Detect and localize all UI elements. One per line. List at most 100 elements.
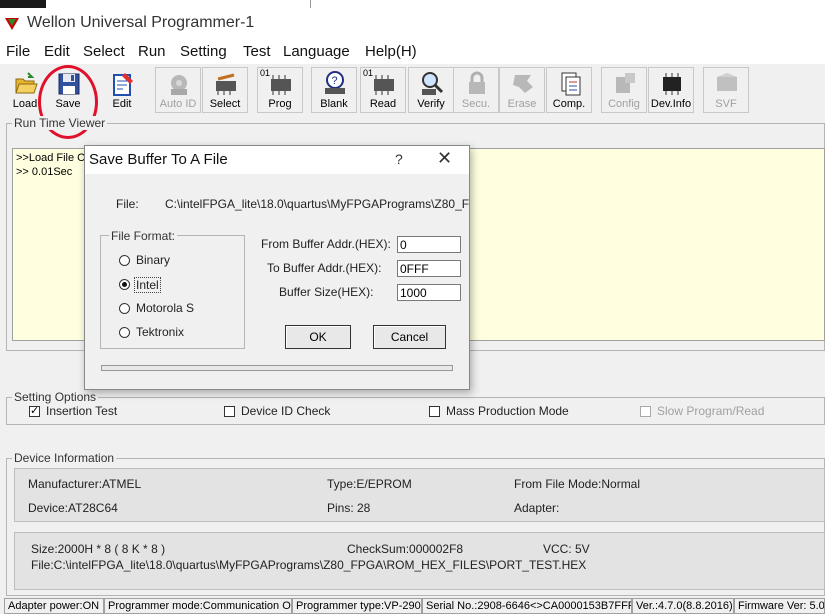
- from-addr-label: From Buffer Addr.(HEX):: [261, 237, 391, 251]
- status-serial-no: Serial No.:2908-6646<>CA0000153B7FFF: [422, 598, 632, 614]
- file-format-title: File Format:: [109, 229, 178, 243]
- ok-button[interactable]: OK: [285, 325, 351, 349]
- menu-edit[interactable]: Edit: [44, 43, 70, 60]
- file-path-value: File:C:\intelFPGA_lite\18.0\quartus\MyFP…: [31, 558, 587, 572]
- lock-icon: [469, 71, 485, 94]
- prog-button[interactable]: 01 Prog: [257, 67, 303, 113]
- radio-binary[interactable]: [119, 255, 130, 266]
- to-addr-label: To Buffer Addr.(HEX):: [267, 261, 382, 275]
- chip-gear-icon: [171, 75, 187, 95]
- menu-setting[interactable]: Setting: [180, 43, 227, 60]
- edit-label: Edit: [112, 98, 132, 110]
- erase-button[interactable]: Erase: [499, 67, 545, 113]
- status-programmer-type: Programmer type:VP-290+: [292, 598, 422, 614]
- radio-tektronix-label: Tektronix: [136, 325, 185, 339]
- device-information-title: Device Information: [12, 451, 117, 465]
- insertion-test-label: Insertion Test: [46, 404, 118, 418]
- device-id-check-label: Device ID Check: [241, 404, 331, 418]
- mass-production-label: Mass Production Mode: [446, 404, 569, 418]
- device-id-check-checkbox[interactable]: [224, 406, 235, 417]
- read-button[interactable]: 01 Read: [360, 67, 406, 113]
- comp-label: Comp.: [552, 98, 586, 110]
- svf-icon: [717, 73, 737, 91]
- window-title: Wellon Universal Programmer-1: [27, 14, 255, 31]
- run-time-viewer-text: >>Load File O >> 0.01Sec: [16, 152, 86, 178]
- select-label: Select: [209, 98, 241, 110]
- radio-motorola-s[interactable]: [119, 303, 130, 314]
- blank-label: Blank: [320, 98, 348, 110]
- chip-read-icon: [374, 75, 394, 95]
- vcc-value: VCC: 5V: [543, 542, 590, 556]
- menu-test[interactable]: Test: [243, 43, 271, 60]
- config-label: Config: [608, 98, 640, 110]
- config-button[interactable]: Config: [601, 67, 647, 113]
- radio-motorola-label: Motorola S: [136, 301, 195, 315]
- auto-id-button[interactable]: Auto ID: [155, 67, 201, 113]
- svg-text:?: ?: [332, 75, 338, 87]
- adapter-value: Adapter:: [514, 501, 560, 515]
- status-version: Ver.:4.7.0(8.8.2016): [632, 598, 734, 614]
- slow-program-checkbox[interactable]: [640, 406, 651, 417]
- folder-open-icon: [15, 72, 38, 94]
- slow-program-label: Slow Program/Read: [657, 404, 765, 418]
- blank-button[interactable]: ? Blank: [311, 67, 357, 113]
- dev-info-label: Dev.Info: [650, 98, 692, 110]
- mass-production-checkbox[interactable]: [429, 406, 440, 417]
- dialog-file-path: C:\intelFPGA_lite\18.0\quartus\MyFPGAPro…: [165, 197, 469, 211]
- auto-id-label: Auto ID: [159, 98, 197, 110]
- to-addr-input[interactable]: 0FFF: [397, 260, 461, 277]
- dialog-title: Save Buffer To A File: [89, 151, 228, 168]
- verify-label: Verify: [417, 98, 445, 110]
- from-addr-input[interactable]: 0: [397, 236, 461, 253]
- setting-options-title: Setting Options: [12, 390, 99, 404]
- select-button[interactable]: Select: [202, 67, 248, 113]
- checksum-value: CheckSum:000002F8: [347, 542, 464, 556]
- wellon-app-icon: [5, 18, 19, 30]
- insertion-test-checkbox[interactable]: [29, 404, 40, 417]
- edit-button[interactable]: Edit: [99, 67, 145, 113]
- type-value: Type:E/EPROM: [327, 477, 412, 491]
- erase-label: Erase: [507, 98, 537, 110]
- compare-icon: [561, 72, 581, 96]
- menu-bar: File Edit Select Run Setting Test Langua…: [0, 40, 825, 64]
- secu-button[interactable]: Secu.: [453, 67, 499, 113]
- dialog-help-button[interactable]: ?: [395, 151, 403, 167]
- dev-info-button[interactable]: Dev.Info: [648, 67, 694, 113]
- pins-value: Pins: 28: [327, 501, 371, 515]
- menu-select[interactable]: Select: [83, 43, 125, 60]
- chip-blank-icon: ?: [325, 71, 345, 94]
- status-adapter-power: Adapter power:ON: [4, 598, 104, 614]
- svf-button[interactable]: SVF: [703, 67, 749, 113]
- radio-intel-label: Intel: [134, 277, 161, 293]
- menu-language[interactable]: Language: [283, 43, 350, 60]
- manufacturer-value: Manufacturer:ATMEL: [28, 477, 142, 491]
- progress-bar: [101, 365, 453, 371]
- edit-document-icon: [113, 73, 133, 96]
- cancel-button[interactable]: Cancel: [373, 325, 446, 349]
- save-buffer-dialog: Save Buffer To A File ? ✕ File: C:\intel…: [84, 145, 470, 390]
- buffer-size-input[interactable]: 1000: [397, 284, 461, 301]
- verify-button[interactable]: Verify: [408, 67, 454, 113]
- prog-label: Prog: [268, 98, 292, 110]
- chip-select-icon: [216, 73, 236, 95]
- config-icon: [616, 73, 635, 93]
- dialog-close-button[interactable]: ✕: [437, 148, 452, 169]
- comp-button[interactable]: Comp.: [546, 67, 592, 113]
- svf-label: SVF: [715, 98, 737, 110]
- file-label: File:: [116, 197, 139, 211]
- menu-file[interactable]: File: [6, 43, 30, 60]
- chip-info-icon: [663, 73, 681, 95]
- from-file-mode-value: From File Mode:Normal: [514, 477, 641, 491]
- menu-run[interactable]: Run: [138, 43, 166, 60]
- menu-help[interactable]: Help(H): [365, 43, 417, 60]
- radio-intel[interactable]: [119, 279, 130, 290]
- buffer-size-label: Buffer Size(HEX):: [279, 285, 374, 299]
- toolbar: Load Save Edit Auto ID Select 01 Prog ? …: [0, 66, 825, 116]
- background-window-strip: [0, 0, 825, 8]
- status-bar: Adapter power:ON Programmer mode:Communi…: [0, 598, 825, 614]
- chip-verify-icon: [422, 72, 444, 95]
- radio-binary-label: Binary: [136, 253, 171, 267]
- erase-icon: [513, 75, 533, 93]
- size-value: Size:2000H * 8 ( 8 K * 8 ): [31, 542, 166, 556]
- radio-tektronix[interactable]: [119, 327, 130, 338]
